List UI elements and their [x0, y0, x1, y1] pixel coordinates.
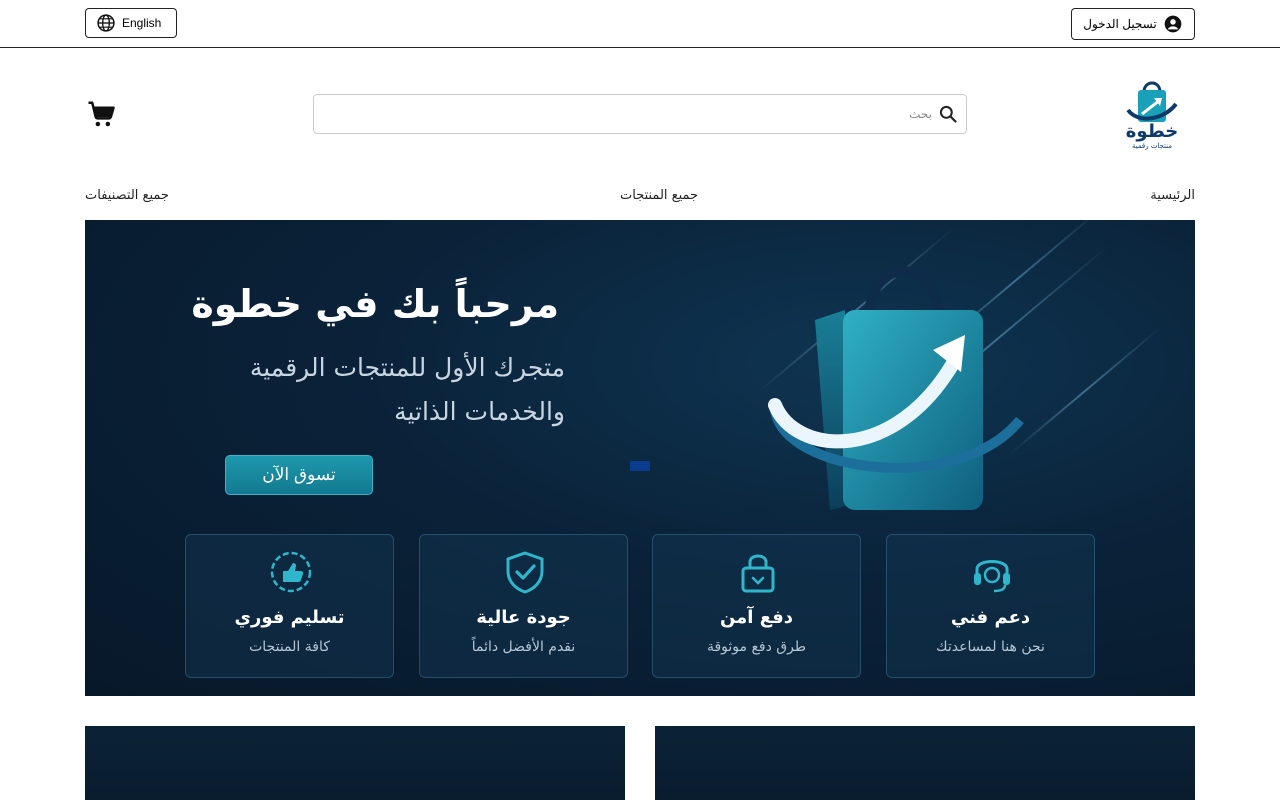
promo-card-left[interactable] [85, 726, 625, 800]
cart-button[interactable] [86, 99, 116, 129]
top-bar: English تسجيل الدخول [0, 0, 1280, 48]
shopping-bag-illustration [768, 266, 1024, 510]
feature-subtitle: طرق دفع موثوقة [706, 639, 807, 655]
feature-subtitle: نحن هنا لمساعدتك [936, 639, 1045, 655]
feature-card-high-quality: جودة عالية نقدم الأفضل دائماً [419, 534, 628, 678]
language-label: English [122, 16, 162, 30]
headset-icon [974, 560, 1010, 593]
lock-icon [741, 554, 775, 593]
nav-all-products[interactable]: جميع المنتجات [620, 188, 698, 203]
search-icon[interactable] [938, 104, 958, 124]
feature-title: تسليم فوري [234, 607, 345, 628]
language-button[interactable]: English [85, 8, 177, 38]
hero-subtitle-line: والخدمات الذاتية [394, 397, 565, 426]
hero-banner[interactable]: مرحباً بك في خطوة متجرك الأول للمنتجات ا… [85, 220, 1195, 696]
feature-title: جودة عالية [476, 607, 571, 628]
shopping-bag-logo-icon [1126, 81, 1178, 122]
feature-title: دعم فني [950, 607, 1031, 628]
thumbs-up-badge-icon [270, 551, 312, 593]
nav-home[interactable]: الرئيسية [1150, 188, 1195, 203]
logo-text: خطوة [1125, 121, 1179, 142]
feature-card-instant-delivery: تسليم فوري كافة المنتجات [185, 534, 394, 678]
feature-subtitle: كافة المنتجات [249, 639, 330, 655]
feature-card-secure-payment: دفع آمن طرق دفع موثوقة [652, 534, 861, 678]
hero-title: مرحباً بك في خطوة [191, 282, 559, 326]
login-label: تسجيل الدخول [1083, 17, 1157, 31]
user-circle-icon [1164, 15, 1182, 33]
shop-now-button[interactable]: تسوق الآن [225, 455, 373, 495]
hero-subtitle: متجرك الأول للمنتجات الرقمية والخدمات ال… [145, 346, 565, 434]
nav-all-categories[interactable]: جميع التصنيفات [85, 188, 169, 203]
shopping-cart-icon [88, 101, 115, 127]
feature-card-technical-support: دعم فني نحن هنا لمساعدتك [886, 534, 1095, 678]
feature-subtitle: نقدم الأفضل دائماً [471, 639, 576, 655]
login-button[interactable]: تسجيل الدخول [1071, 8, 1195, 40]
logo-subtext: منتجات رقمية [1131, 142, 1173, 150]
promo-card-right[interactable] [655, 726, 1195, 800]
globe-icon [97, 14, 115, 32]
feature-title: دفع آمن [719, 607, 794, 628]
search-input[interactable] [322, 96, 938, 132]
search-bar [313, 94, 967, 134]
hero-subtitle-line: متجرك الأول للمنتجات الرقمية [249, 353, 565, 382]
carousel-indicator[interactable] [630, 461, 650, 471]
shield-check-icon [506, 551, 544, 594]
